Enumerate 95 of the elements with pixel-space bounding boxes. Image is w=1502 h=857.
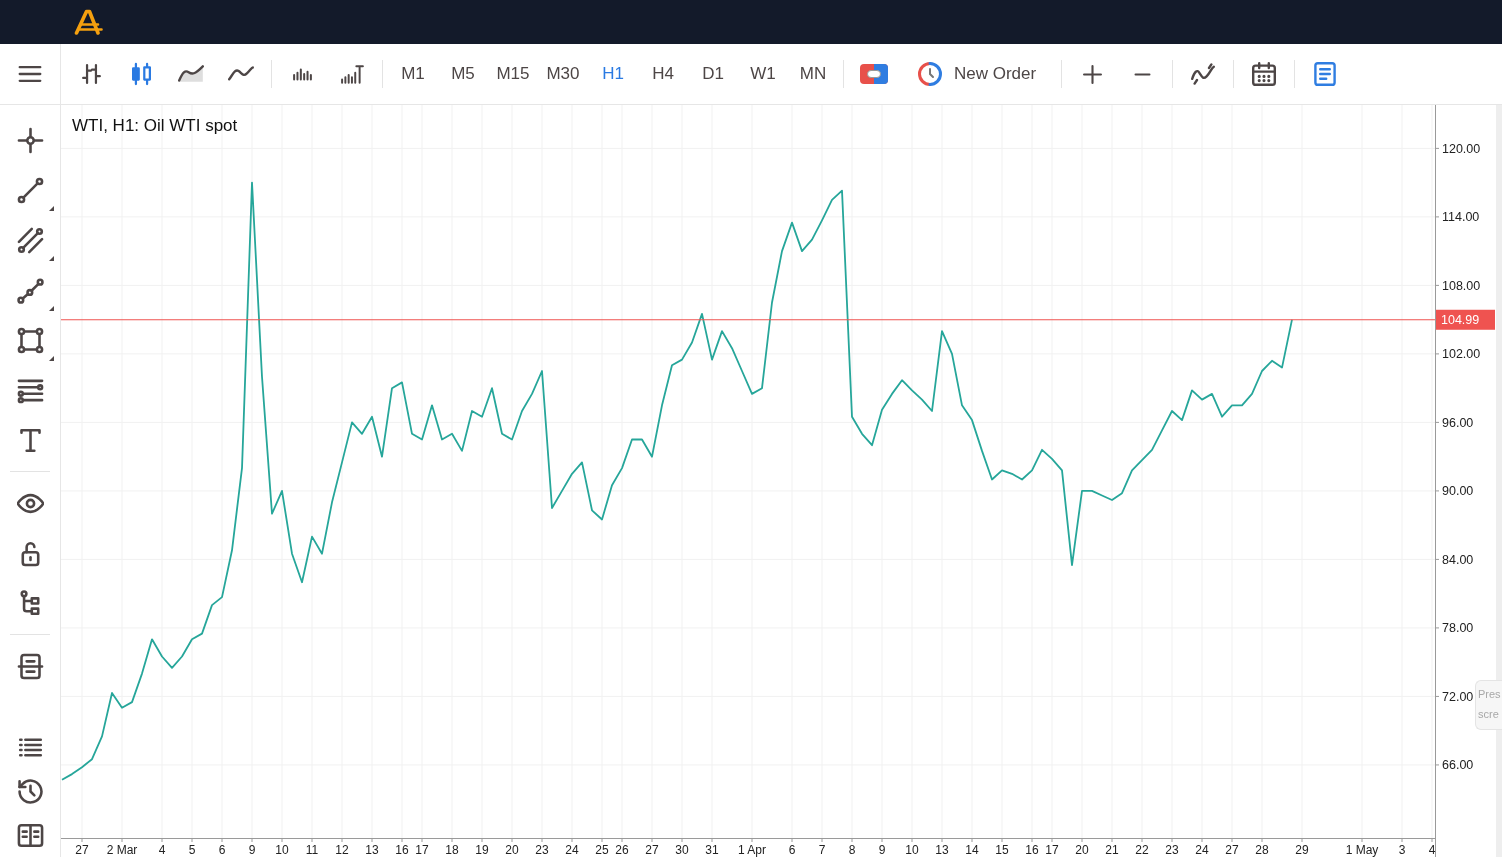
time-axis-label: 20	[505, 843, 519, 857]
time-axis-label: 4	[1428, 843, 1436, 857]
price-axis-label: 66.00	[1442, 758, 1474, 773]
submenu-triangle-icon	[49, 356, 54, 361]
hint-text: Pres scre	[1478, 687, 1502, 722]
time-axis-label: 21	[1105, 843, 1119, 857]
time-axis-label: 16	[395, 843, 409, 857]
time-axis-label: 30	[675, 843, 689, 857]
timeframe-tab[interactable]: H4	[638, 44, 688, 104]
time-axis-label: 9	[878, 843, 886, 857]
time-axis-label: 28	[1255, 843, 1269, 857]
timeframe-tab[interactable]: M30	[538, 44, 588, 104]
time-axis-label: 20	[1075, 843, 1089, 857]
time-axis-label: 1 May	[1345, 843, 1379, 857]
wave-icon	[1191, 63, 1216, 85]
timeframe-tab[interactable]: H1	[588, 44, 638, 104]
price-axis-label: 114.00	[1442, 210, 1480, 225]
timeframe-tab[interactable]: M5	[438, 44, 488, 104]
stack-icon	[16, 652, 44, 680]
time-axis-label: 1 Apr	[738, 843, 766, 857]
minus-icon	[1133, 72, 1151, 76]
toggle-icon	[860, 64, 888, 84]
time-axis-label: 16	[1025, 843, 1039, 857]
time-axis-label: 17	[415, 843, 429, 857]
time-axis-label: 10	[275, 843, 289, 857]
line-chart-icon	[228, 66, 254, 82]
time-axis-label: 27	[645, 843, 659, 857]
time-axis-label: 12	[335, 843, 349, 857]
time-axis-label: 9	[248, 843, 256, 857]
price-axis-label: 102.00	[1442, 347, 1481, 362]
time-axis-label: 17	[1045, 843, 1059, 857]
time-axis-label: 13	[935, 843, 949, 857]
clock-icon	[918, 62, 942, 86]
volume-bars-icon	[292, 67, 312, 81]
time-axis-label: 10	[905, 843, 919, 857]
timeframe-tab[interactable]: M1	[388, 44, 438, 104]
submenu-triangle-icon	[49, 306, 54, 311]
time-axis-label: 24	[565, 843, 579, 857]
crosshair-icon	[16, 126, 44, 154]
time-axis-label: 25	[595, 843, 609, 857]
new-order-button[interactable]: New Order	[899, 44, 1057, 104]
price-axis-label: 120.00	[1442, 141, 1481, 156]
time-axis-label: 27	[75, 843, 89, 857]
time-axis-label: 23	[1165, 843, 1179, 857]
polyline-icon	[16, 276, 44, 304]
submenu-triangle-icon	[49, 206, 54, 211]
timeframe-tab[interactable]: M15	[488, 44, 538, 104]
time-axis-label: 14	[965, 843, 979, 857]
time-axis-label: 23	[535, 843, 549, 857]
parallel-lines-icon	[16, 226, 44, 254]
time-axis-label: 2 Mar	[106, 843, 138, 857]
time-axis-label: 8	[848, 843, 856, 857]
timeframe-tab[interactable]: MN	[788, 44, 838, 104]
menu-icon	[18, 66, 42, 82]
time-axis-label: 24	[1195, 843, 1209, 857]
time-axis-label: 11	[305, 843, 319, 857]
ref-line-label: 104.99	[1441, 313, 1480, 328]
price-axis-label: 96.00	[1442, 415, 1474, 430]
time-axis-label: 31	[705, 843, 719, 857]
price-axis-label: 78.00	[1442, 621, 1474, 636]
chart-title: WTI, H1: Oil WTI spot	[72, 116, 238, 135]
timeframe-tab[interactable]: D1	[688, 44, 738, 104]
rectangle-icon	[16, 326, 44, 354]
document-icon	[1314, 62, 1337, 86]
time-axis-label: 6	[218, 843, 226, 857]
table-icon	[16, 821, 44, 849]
candlestick-icon	[131, 62, 151, 86]
time-axis-label: 6	[788, 843, 796, 857]
timeframe-tab[interactable]: W1	[738, 44, 788, 104]
time-axis-label: 19	[475, 843, 489, 857]
logo-icon	[74, 9, 104, 35]
bars-with-marker-icon	[340, 64, 364, 84]
time-axis-label: 5	[188, 843, 196, 857]
time-axis-label: 4	[158, 843, 166, 857]
current-price-tag: 104.99	[1436, 309, 1495, 330]
time-axis-label: 15	[995, 843, 1009, 857]
submenu-triangle-icon	[49, 256, 54, 261]
time-axis-label: 22	[1135, 843, 1149, 857]
area-chart-icon	[178, 65, 204, 83]
ohlc-bars-icon	[81, 64, 101, 84]
time-axis-label: 7	[818, 843, 826, 857]
time-axis-label: 26	[615, 843, 629, 857]
calendar-icon	[1252, 62, 1277, 86]
time-axis-label: 3	[1398, 843, 1406, 857]
time-axis-label: 18	[445, 843, 459, 857]
time-axis-label: 29	[1295, 843, 1309, 857]
time-axis-label: 27	[1225, 843, 1239, 857]
price-axis-label: 90.00	[1442, 484, 1474, 499]
price-axis-label: 72.00	[1442, 689, 1474, 704]
price-axis-label: 84.00	[1442, 552, 1474, 567]
price-axis-label: 108.00	[1442, 278, 1481, 293]
history-icon	[16, 777, 44, 805]
line-segment-icon	[16, 176, 44, 204]
plus-icon	[1082, 64, 1102, 84]
time-axis-label: 13	[365, 843, 379, 857]
